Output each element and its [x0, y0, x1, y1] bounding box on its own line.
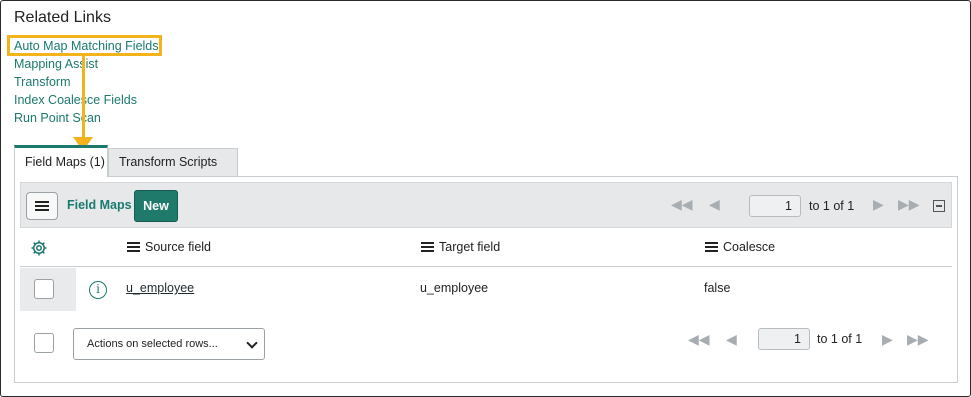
row-select-cell: [20, 268, 76, 311]
table-row: i u_employee u_employee false: [20, 268, 952, 311]
page-range-text: to 1 of 1: [817, 332, 863, 346]
column-label: Source field: [145, 240, 212, 254]
first-page-icon[interactable]: ◀◀: [671, 196, 693, 213]
previous-page-icon[interactable]: ◀: [726, 331, 737, 348]
select-all-checkbox[interactable]: [34, 333, 54, 353]
link-index-coalesce-fields[interactable]: Index Coalesce Fields: [14, 91, 159, 109]
column-label: Target field: [439, 240, 501, 254]
related-links-list: Auto Map Matching Fields Mapping Assist …: [14, 37, 159, 127]
bottom-pager: ◀◀ ◀ 1 to 1 of 1 ▶ ▶▶: [688, 320, 948, 366]
previous-page-icon[interactable]: ◀: [709, 196, 720, 213]
table-header-row: Source field Target field Coalesce: [20, 229, 952, 267]
link-run-point-scan[interactable]: Run Point Scan: [14, 109, 159, 127]
info-icon[interactable]: i: [89, 281, 107, 299]
last-page-icon[interactable]: ▶▶: [898, 196, 920, 213]
column-menu-icon[interactable]: [705, 242, 719, 252]
actions-select-label: Actions on selected rows...: [87, 338, 218, 350]
chevron-down-icon: [246, 337, 258, 349]
list-title[interactable]: Field Maps: [67, 198, 132, 212]
row-checkbox[interactable]: [34, 279, 54, 299]
column-header-coalesce[interactable]: Coalesce: [705, 240, 775, 254]
column-header-source-field[interactable]: Source field: [127, 240, 211, 254]
link-transform[interactable]: Transform: [14, 73, 159, 91]
field-maps-panel: Field Maps New ◀◀ ◀ 1 to 1 of 1 ▶ ▶▶ Sou…: [14, 176, 958, 383]
column-label: Coalesce: [723, 240, 776, 254]
related-links-title: Related Links: [14, 9, 111, 26]
actions-select[interactable]: Actions on selected rows...: [73, 328, 265, 360]
source-field-link[interactable]: u_employee: [126, 281, 194, 295]
target-field-value: u_employee: [420, 281, 489, 295]
tab-field-maps[interactable]: Field Maps (1): [14, 145, 108, 177]
column-header-target-field[interactable]: Target field: [421, 240, 500, 254]
new-button[interactable]: New: [134, 190, 178, 222]
hamburger-icon[interactable]: [26, 192, 58, 220]
next-page-icon[interactable]: ▶: [882, 331, 893, 348]
page-number-input[interactable]: 1: [758, 328, 810, 350]
first-page-icon[interactable]: ◀◀: [688, 331, 710, 348]
gear-icon[interactable]: [30, 239, 48, 257]
list-toolbar: Field Maps New ◀◀ ◀ 1 to 1 of 1 ▶ ▶▶: [20, 182, 952, 228]
top-pager: ◀◀ ◀ 1 to 1 of 1 ▶ ▶▶: [671, 183, 951, 229]
link-mapping-assist[interactable]: Mapping Assist: [14, 55, 159, 73]
collapse-icon[interactable]: [933, 200, 945, 212]
next-page-icon[interactable]: ▶: [873, 196, 884, 213]
page-range-text: to 1 of 1: [809, 199, 855, 213]
page-number-input[interactable]: 1: [749, 195, 801, 217]
last-page-icon[interactable]: ▶▶: [907, 331, 929, 348]
link-auto-map-matching-fields[interactable]: Auto Map Matching Fields: [14, 37, 159, 55]
coalesce-value: false: [704, 281, 731, 295]
tab-transform-scripts[interactable]: Transform Scripts: [108, 148, 238, 177]
column-menu-icon[interactable]: [127, 242, 141, 252]
column-menu-icon[interactable]: [421, 242, 435, 252]
